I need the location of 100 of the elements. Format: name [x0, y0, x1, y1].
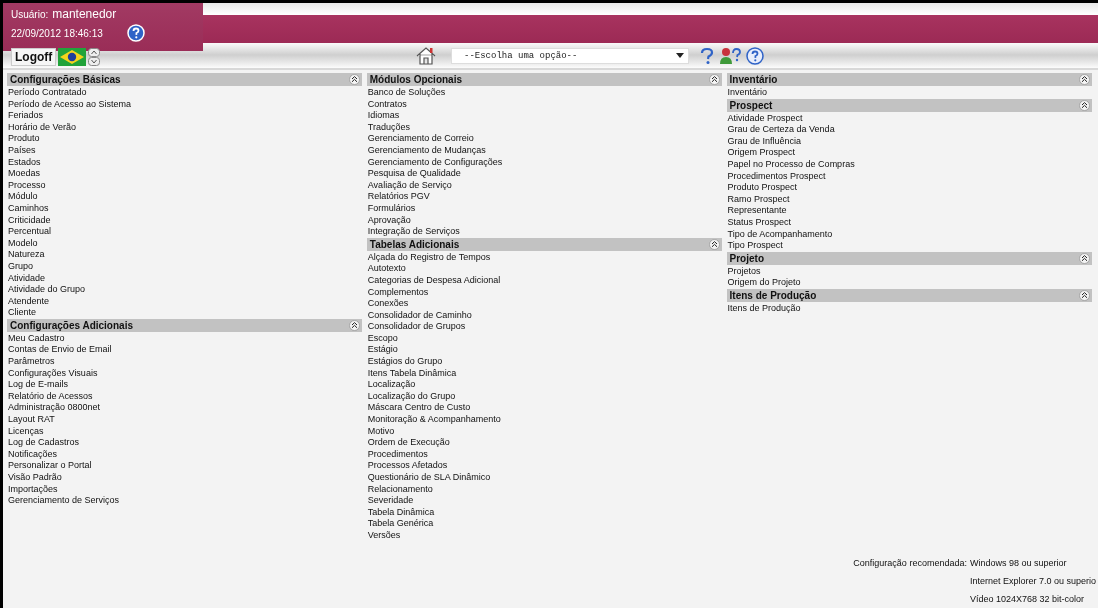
- menu-link[interactable]: Período de Acesso ao Sistema: [7, 98, 132, 111]
- menu-link[interactable]: Origem Prospect: [726, 147, 796, 159]
- question-icon[interactable]: [699, 47, 715, 65]
- menu-link[interactable]: Grupo: [7, 260, 33, 273]
- menu-link[interactable]: Atividade Prospect: [726, 112, 803, 125]
- menu-link[interactable]: Traduções: [366, 121, 410, 134]
- menu-link[interactable]: Itens de Produção: [726, 302, 801, 315]
- menu-link[interactable]: Relatório de Acessos: [7, 390, 93, 403]
- menu-link[interactable]: Modelo: [7, 237, 38, 250]
- menu-link[interactable]: Grau de Certeza da Venda: [726, 124, 835, 136]
- menu-link[interactable]: Formulários: [366, 202, 416, 215]
- menu-link[interactable]: Licenças: [7, 425, 44, 438]
- menu-link[interactable]: Grau de Influência: [726, 135, 802, 148]
- menu-link[interactable]: Tabela Genérica: [366, 518, 434, 530]
- collapse-icon[interactable]: [708, 74, 720, 85]
- collapse-icon[interactable]: [348, 74, 360, 85]
- menu-link[interactable]: Meu Cadastro: [7, 332, 65, 345]
- menu-link[interactable]: Motivo: [366, 425, 395, 438]
- menu-link[interactable]: Tabela Dinâmica: [366, 506, 435, 519]
- collapse-icon[interactable]: [348, 319, 360, 331]
- menu-link[interactable]: Moedas: [7, 168, 41, 180]
- menu-link[interactable]: Idiomas: [366, 110, 400, 122]
- menu-link[interactable]: Integração de Serviços: [366, 226, 460, 238]
- menu-link[interactable]: Contratos: [366, 98, 407, 111]
- menu-link[interactable]: Consolidador de Grupos: [366, 321, 466, 333]
- menu-link[interactable]: Gerenciamento de Correio: [366, 133, 474, 145]
- collapse-icon[interactable]: [1079, 74, 1090, 85]
- menu-link[interactable]: Configurações Visuais: [7, 367, 98, 380]
- menu-link[interactable]: Itens Tabela Dinâmica: [366, 367, 457, 380]
- caret-icon[interactable]: [676, 53, 684, 59]
- menu-link[interactable]: Procedimentos: [366, 448, 428, 461]
- collapse-icon[interactable]: [1079, 252, 1090, 264]
- menu-link[interactable]: Escopo: [366, 332, 398, 345]
- menu-link[interactable]: Produto Prospect: [726, 182, 798, 194]
- menu-link[interactable]: Países: [7, 144, 36, 157]
- menu-link[interactable]: Questionário de SLA Dinâmico: [366, 472, 491, 484]
- menu-link[interactable]: Estágios do Grupo: [366, 356, 443, 368]
- home-icon[interactable]: [415, 46, 437, 66]
- menu-link[interactable]: Horário de Verão: [7, 121, 77, 134]
- menu-link[interactable]: Estágio: [366, 344, 398, 357]
- menu-link[interactable]: Complementos: [366, 286, 429, 299]
- menu-link[interactable]: Máscara Centro de Custo: [366, 402, 471, 415]
- logoff-button[interactable]: Logoff: [11, 48, 57, 66]
- menu-link[interactable]: Pesquisa de Qualidade: [366, 168, 461, 180]
- menu-link[interactable]: Representante: [726, 205, 787, 217]
- menu-link[interactable]: Cliente: [7, 307, 36, 319]
- menu-link[interactable]: Monitoração & Acompanhamento: [366, 414, 501, 426]
- menu-link[interactable]: Atividade do Grupo: [7, 284, 86, 296]
- menu-link[interactable]: Natureza: [7, 249, 45, 261]
- menu-link[interactable]: Gerenciamento de Serviços: [7, 495, 120, 507]
- menu-link[interactable]: Ramo Prospect: [726, 193, 790, 206]
- menu-link[interactable]: Processo: [7, 179, 46, 192]
- menu-link[interactable]: Severidade: [366, 495, 414, 507]
- spinner-icon[interactable]: [88, 48, 101, 66]
- menu-link[interactable]: Alçada do Registro de Tempos: [366, 251, 491, 264]
- menu-link[interactable]: Ordem de Execução: [366, 437, 450, 449]
- menu-link[interactable]: Projetos: [726, 265, 761, 278]
- menu-link[interactable]: Log de E-mails: [7, 379, 69, 391]
- menu-link[interactable]: Caminhos: [7, 202, 49, 215]
- menu-link[interactable]: Log de Cadastros: [7, 437, 80, 449]
- menu-link[interactable]: Administração 0800net: [7, 402, 101, 415]
- menu-link[interactable]: Relatórios PGV: [366, 191, 430, 203]
- menu-link[interactable]: Visão Padrão: [7, 472, 62, 484]
- menu-link[interactable]: Gerenciamento de Mudanças: [366, 144, 486, 157]
- collapse-icon[interactable]: [708, 238, 720, 250]
- menu-link[interactable]: Processos Afetados: [366, 460, 448, 472]
- menu-link[interactable]: Conexões: [366, 298, 409, 310]
- menu-select[interactable]: --Escolha uma opção--: [451, 48, 689, 64]
- menu-link[interactable]: Versões: [366, 529, 401, 542]
- menu-link[interactable]: Atendente: [7, 295, 50, 308]
- menu-link[interactable]: Tipo de Acompanhamento: [726, 228, 833, 241]
- menu-link[interactable]: Consolidador de Caminho: [366, 309, 472, 322]
- menu-link[interactable]: Localização do Grupo: [366, 390, 456, 403]
- menu-link[interactable]: Layout RAT: [7, 414, 55, 426]
- user-help-icon[interactable]: [719, 47, 741, 65]
- menu-link[interactable]: Contas de Envio de Email: [7, 344, 112, 357]
- menu-link[interactable]: Notificações: [7, 448, 58, 461]
- menu-link[interactable]: Status Prospect: [726, 216, 792, 229]
- menu-link[interactable]: Percentual: [7, 226, 52, 238]
- flag-icon[interactable]: [58, 48, 87, 66]
- menu-link[interactable]: Importações: [7, 483, 58, 496]
- menu-link[interactable]: Atividade: [7, 272, 46, 285]
- menu-link[interactable]: Módulo: [7, 191, 38, 203]
- menu-link[interactable]: Feriados: [7, 110, 43, 122]
- menu-link[interactable]: Localização: [366, 379, 416, 391]
- menu-link[interactable]: Criticidade: [7, 214, 51, 227]
- collapse-icon[interactable]: [1079, 99, 1090, 111]
- menu-link[interactable]: Procedimentos Prospect: [726, 170, 826, 183]
- menu-link[interactable]: Banco de Soluções: [366, 87, 446, 99]
- menu-link[interactable]: Produto: [7, 133, 40, 145]
- menu-link[interactable]: Personalizar o Portal: [7, 460, 92, 472]
- menu-link[interactable]: Relacionamento: [366, 483, 433, 496]
- menu-link[interactable]: Inventário: [726, 87, 768, 99]
- menu-link[interactable]: Origem do Projeto: [726, 277, 801, 289]
- menu-link[interactable]: Estados: [7, 156, 41, 169]
- menu-link[interactable]: Parâmetros: [7, 356, 55, 368]
- menu-link[interactable]: Tipo Prospect: [726, 240, 783, 252]
- menu-link[interactable]: Papel no Processo de Compras: [726, 158, 855, 171]
- menu-link[interactable]: Avaliação de Serviço: [366, 179, 452, 192]
- menu-link[interactable]: Categorias de Despesa Adicional: [366, 274, 501, 287]
